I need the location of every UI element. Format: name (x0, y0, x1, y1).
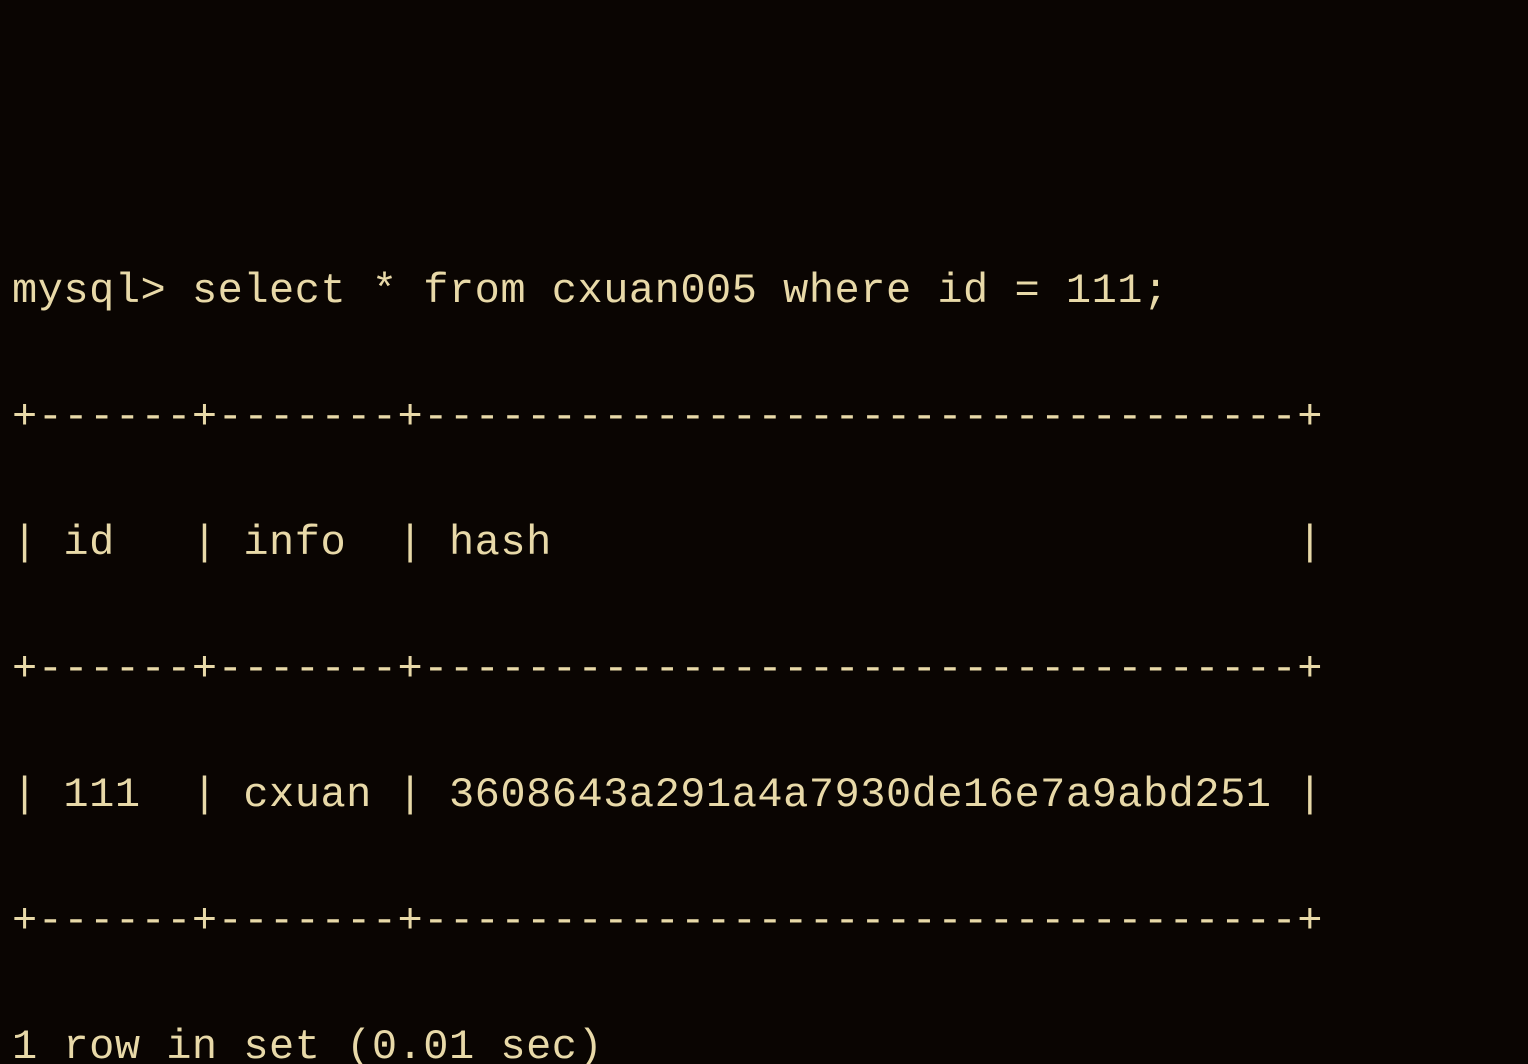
table-border-top: +------+-------+------------------------… (12, 386, 1516, 449)
sql-query: select * from cxuan005 where id = 111; (192, 267, 1169, 315)
table-data-row: | 111 | cxuan | 3608643a291a4a7930de16e7… (12, 764, 1516, 827)
result-footer: 1 row in set (0.01 sec) (12, 1016, 1516, 1064)
table-header-row: | id | info | hash | (12, 512, 1516, 575)
table-border-mid: +------+-------+------------------------… (12, 638, 1516, 701)
mysql-prompt: mysql> (12, 267, 192, 315)
mysql-prompt-line[interactable]: mysql> select * from cxuan005 where id =… (12, 260, 1516, 323)
table-border-bottom: +------+-------+------------------------… (12, 890, 1516, 953)
